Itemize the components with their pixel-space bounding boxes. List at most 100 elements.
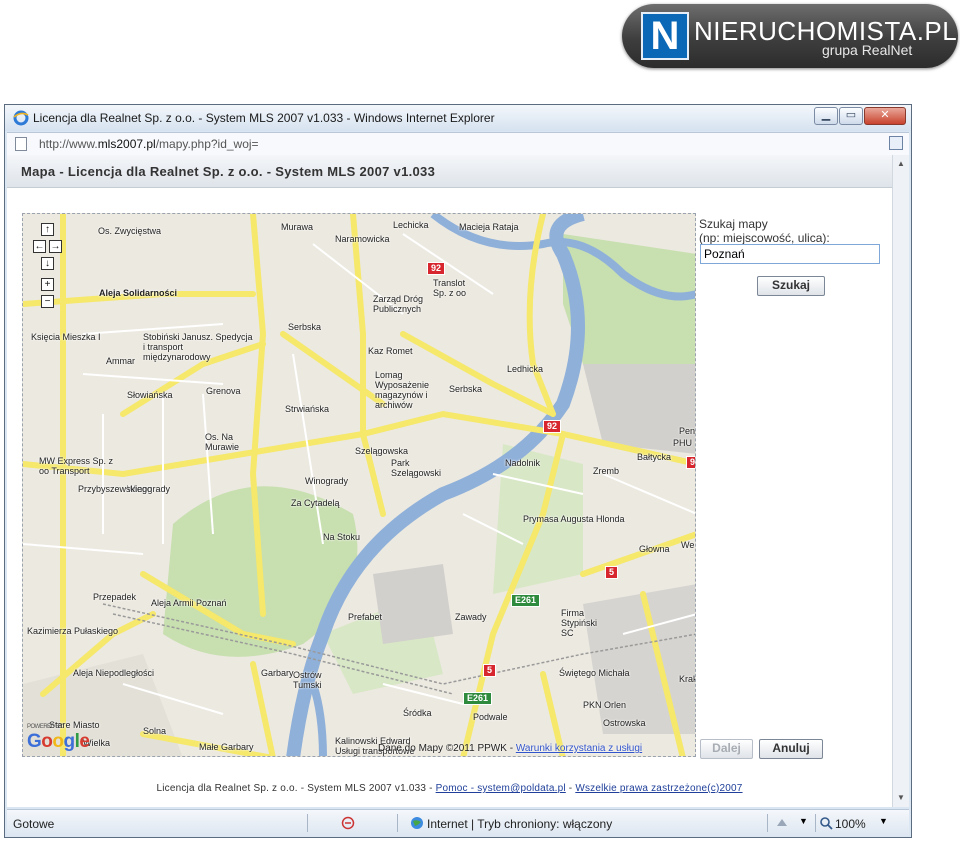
map-label: Zremb	[593, 466, 620, 476]
map-label: Garbary	[261, 668, 294, 678]
map-copyright: Dane do Mapy ©2011 PPWK - Warunki korzys…	[378, 743, 643, 754]
window-title: Licencja dla Realnet Sp. z o.o. - System…	[33, 111, 495, 125]
map-label: Lechicka	[393, 220, 429, 230]
pan-down-button[interactable]: ↓	[41, 257, 54, 270]
status-divider	[397, 814, 398, 832]
scroll-down-icon[interactable]: ▼	[895, 792, 907, 804]
brand-subtitle: grupa RealNet	[822, 42, 913, 58]
powered-by-label: POWERED BY	[27, 724, 63, 730]
map-label: Kaz Romet	[368, 346, 413, 356]
minimize-button[interactable]: ▁	[814, 107, 838, 125]
map-label: Winogrady	[305, 476, 349, 486]
vertical-scrollbar[interactable]: ▲ ▼	[892, 155, 909, 807]
map-label: Ammar	[106, 356, 135, 366]
internet-explorer-icon	[13, 110, 29, 126]
map-label: Os. Zwycięstwa	[98, 226, 162, 236]
page-footer: Licencja dla Realnet Sp. z o.o. - System…	[156, 783, 743, 794]
brand-mark: N	[641, 12, 689, 60]
map-label: Serbska	[288, 322, 322, 332]
road-badge: 5	[605, 566, 619, 579]
map-label: Strwiańska	[285, 404, 330, 414]
map-label: Śródka	[403, 708, 432, 718]
compatibility-view-icon[interactable]	[889, 136, 903, 150]
road-badge: 92	[543, 420, 562, 433]
rights-link[interactable]: Wszelkie prawa zastrzeżone(c)2007	[575, 783, 742, 794]
map-label: Zarząd Dróg Publicznych	[373, 294, 424, 314]
pan-left-button[interactable]: ←	[33, 240, 46, 253]
map-label: Prymasa Augusta Hlonda	[523, 514, 625, 524]
map-label: Lomag Wyposażenie magazynów i archiwów	[375, 370, 429, 410]
cancel-button[interactable]: Anuluj	[759, 739, 823, 759]
map-view[interactable]: Os. Zwycięstwa Aleja Solidarności Murawa…	[22, 213, 696, 757]
status-text: Gotowe	[13, 817, 55, 831]
map-label: Firma Stypiński SC	[561, 608, 598, 638]
map-label: Głowna	[639, 544, 670, 554]
road-badge: 9	[686, 456, 695, 469]
zoom-icon[interactable]	[819, 816, 833, 830]
zoom-level[interactable]: 100%	[835, 817, 866, 831]
map-label: Serbska	[449, 384, 483, 394]
map-label: Solna	[143, 726, 167, 736]
page-header: Mapa - Licencja dla Realnet Sp. z o.o. -…	[7, 155, 892, 188]
protected-mode-icon[interactable]	[775, 816, 789, 830]
help-link[interactable]: Pomoc - system@poldata.pl	[436, 783, 566, 794]
terms-link[interactable]: Warunki korzystania z usługi	[516, 743, 642, 754]
status-divider	[815, 814, 816, 832]
map-label: Translot Sp. z oo	[433, 278, 467, 298]
map-label: Pen	[679, 426, 696, 436]
map-label: Murawa	[281, 222, 314, 232]
map-label: Ostrów Tumski	[293, 670, 322, 690]
map-label: Słowiańska	[127, 390, 173, 400]
map-label: MW Express Sp. z oo Transport	[39, 456, 114, 476]
zoom-in-button[interactable]: +	[41, 278, 54, 291]
zoom-out-button[interactable]: −	[41, 295, 54, 308]
address-bar[interactable]: http://www.mls2007.pl/mapy.php?id_woj=	[7, 132, 909, 156]
brand-logo: N NIERUCHOMISTA.PL grupa RealNet	[622, 4, 958, 68]
map-label: PKN Orlen	[583, 700, 627, 710]
map-label: Ostrowska	[603, 718, 646, 728]
map-label: Park Szelągowski	[391, 458, 442, 478]
map-label: Na Stoku	[323, 532, 361, 542]
close-button[interactable]: ✕	[864, 107, 906, 125]
status-divider	[307, 814, 308, 832]
status-bar: Gotowe Internet | Tryb chroniony: włączo…	[7, 809, 909, 836]
map-label: Aleja Solidarności	[99, 288, 178, 298]
road-badge: 92	[427, 262, 446, 275]
page-title: Mapa - Licencja dla Realnet Sp. z o.o. -…	[21, 164, 436, 179]
map-label: We	[681, 540, 695, 550]
chevron-down-icon[interactable]: ▼	[799, 816, 813, 830]
map-label: Aleja Niepodległości	[73, 668, 155, 678]
map-label: Kazimierza Pułaskiego	[27, 626, 119, 636]
next-button[interactable]: Dalej	[700, 739, 753, 759]
map-label: Przepadek	[93, 592, 137, 602]
security-zone: Internet | Tryb chroniony: włączony	[427, 817, 613, 831]
maximize-icon: ▭	[845, 109, 857, 121]
title-bar[interactable]: Licencja dla Realnet Sp. z o.o. - System…	[5, 105, 911, 131]
address-url[interactable]: http://www.mls2007.pl/mapy.php?id_woj=	[39, 137, 259, 151]
privacy-icon[interactable]	[341, 816, 355, 830]
google-logo: POWERED BY Google	[27, 724, 90, 752]
map-label: Podwale	[473, 712, 508, 722]
pan-up-button[interactable]: ↑	[41, 223, 54, 236]
map-label: Os. Na Murawie	[205, 432, 240, 452]
pan-right-button[interactable]: →	[49, 240, 62, 253]
map-label: Stobiński Janusz. Spedycja i transport m…	[143, 332, 253, 362]
search-label: Szukaj mapy (np: miejscowość, ulica):	[699, 217, 830, 245]
close-icon: ✕	[880, 109, 890, 121]
minimize-icon: ▁	[821, 109, 831, 121]
maximize-button[interactable]: ▭	[839, 107, 863, 125]
map-label: Za Cytadelą	[291, 498, 340, 508]
search-button[interactable]: Szukaj	[757, 276, 825, 296]
map-label: Świętego Michała	[559, 668, 630, 678]
road-badge: E261	[463, 692, 493, 705]
search-input[interactable]	[700, 244, 880, 264]
map-label: Bałtycka	[637, 452, 672, 462]
scroll-up-icon[interactable]: ▲	[895, 158, 907, 170]
page-icon	[15, 137, 27, 151]
map-label: Księcia Mieszka I	[31, 332, 101, 342]
map-label: Zawady	[455, 612, 487, 622]
map-label: Prefabet	[348, 612, 383, 622]
page-content: Mapa - Licencja dla Realnet Sp. z o.o. -…	[7, 155, 892, 807]
zoom-chevron-icon[interactable]: ▼	[879, 816, 893, 830]
status-divider	[767, 814, 768, 832]
